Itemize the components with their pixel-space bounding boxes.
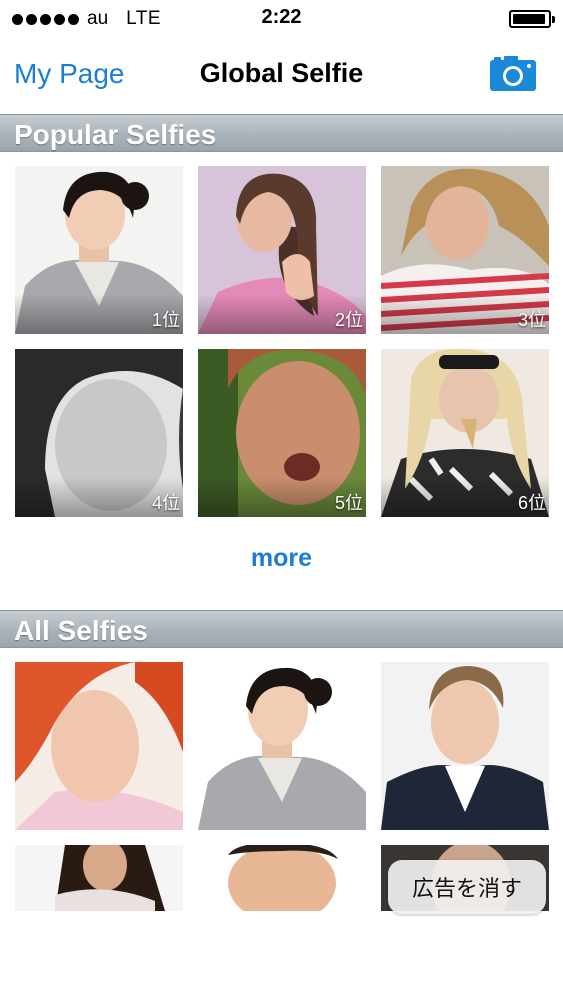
popular-selfies-title: Popular Selfies [14,119,217,150]
selfie-thumbnail [381,662,549,830]
selfie-thumbnail [15,662,183,830]
camera-button[interactable] [490,55,536,91]
selfie-thumbnail [198,845,366,911]
all-selfies-title: All Selfies [14,615,148,646]
popular-photo-5[interactable]: 5位 [198,349,366,517]
remove-ads-button[interactable]: 広告を消す [388,860,546,914]
rank-label: 4位 [151,493,180,513]
selfie-thumbnail [198,662,366,830]
all-photo-5[interactable] [198,845,366,911]
page-title: Global Selfie [199,58,364,88]
all-photo-3[interactable] [381,662,549,830]
status-time: 2:22 [261,6,302,28]
rank-label: 5位 [334,493,363,513]
all-selfies-header: All Selfies [0,610,563,648]
rank-label: 2位 [334,310,363,330]
rank-label: 6位 [517,493,546,513]
popular-photo-3[interactable]: 3位 [381,166,549,334]
popular-photo-1[interactable]: 1位 [15,166,183,334]
battery-level [513,14,546,24]
status-bar: au LTE 2:22 [0,0,563,38]
popular-selfies-header: Popular Selfies [0,114,563,152]
all-photo-2[interactable] [198,662,366,830]
rank-label: 1位 [151,310,180,330]
rank-label: 3位 [517,310,546,330]
popular-photo-2[interactable]: 2位 [198,166,366,334]
selfie-thumbnail [15,845,183,911]
camera-icon [490,56,536,91]
battery-icon [509,10,555,28]
all-photo-1[interactable] [15,662,183,830]
popular-photo-4[interactable]: 4位 [15,349,183,517]
all-photo-4[interactable] [15,845,183,911]
navigation-bar: My Page Global Selfie [0,38,563,112]
more-button[interactable]: more [0,544,563,573]
popular-photo-6[interactable]: 6位 [381,349,549,517]
